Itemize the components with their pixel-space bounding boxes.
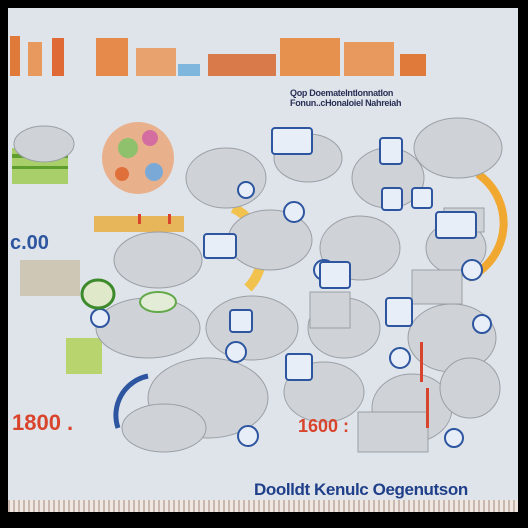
illustration-graphic (10, 36, 508, 453)
left-number: 1800 . (12, 410, 74, 435)
header-line-2: Fonun..cHonaloiel Nahreiah (290, 98, 402, 108)
illustration-panel: Qop DoemateIntlonnatIon Fonun..cHonaloie… (8, 8, 518, 512)
left-label: c.00 (10, 232, 49, 254)
middle-number: 1600 : (298, 416, 350, 436)
header-line-1: Qop DoemateIntlonnatIon (290, 88, 394, 98)
header-blocks (10, 36, 426, 76)
header-small-text: Qop DoemateIntlonnatIon Fonun..cHonaloie… (290, 88, 480, 108)
screenshot-frame: Qop DoemateIntlonnatIon Fonun..cHonaloie… (0, 0, 528, 528)
footer-title: Doolldt Kenulc Oegenutson (254, 480, 468, 499)
bottom-strip (8, 500, 518, 512)
